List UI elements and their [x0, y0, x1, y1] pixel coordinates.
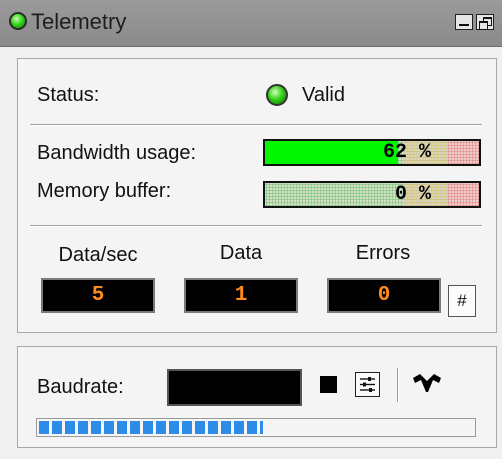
bandwidth-label: Bandwidth usage:: [37, 142, 197, 164]
status-led-icon: [9, 12, 27, 30]
memory-label: Memory buffer:: [37, 180, 172, 202]
reset-counters-button[interactable]: #: [448, 285, 476, 317]
divider: [30, 124, 482, 126]
data-per-sec-display: 5: [41, 278, 155, 313]
waveform-icon[interactable]: [411, 372, 443, 394]
title-bar: Telemetry: [0, 0, 502, 47]
settings-icon[interactable]: [355, 372, 380, 397]
toolbar-divider: [397, 368, 399, 402]
memory-percent: 0 %: [394, 183, 431, 206]
memory-meter: 0 %: [263, 181, 481, 208]
minimize-button[interactable]: [455, 14, 473, 30]
restore-button[interactable]: [476, 14, 494, 30]
divider: [30, 225, 482, 227]
stop-icon[interactable]: [320, 376, 337, 393]
status-value: Valid: [302, 84, 345, 106]
errors-label: Errors: [355, 242, 411, 264]
errors-display: 0: [327, 278, 441, 313]
baudrate-display: [167, 369, 302, 406]
bandwidth-meter: 62 %: [263, 139, 481, 166]
status-label: Status:: [37, 84, 100, 106]
baudrate-progress-bar: [36, 418, 476, 437]
window-title: Telemetry: [31, 9, 127, 34]
progress-fill: [39, 421, 263, 434]
baudrate-label: Baudrate:: [37, 376, 124, 398]
status-indicator-icon: [266, 84, 288, 106]
bandwidth-percent: 62 %: [382, 141, 431, 164]
data-display: 1: [184, 278, 298, 313]
data-per-sec-label: Data/sec: [58, 244, 138, 266]
data-label: Data: [219, 242, 263, 264]
